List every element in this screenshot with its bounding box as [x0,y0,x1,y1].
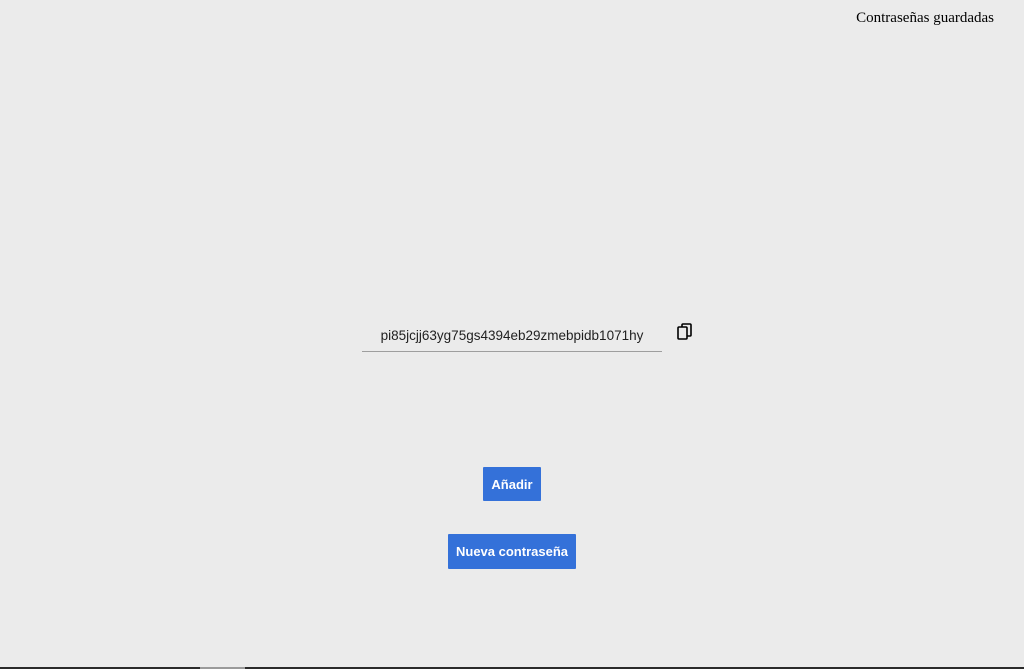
add-button[interactable]: Añadir [483,467,541,501]
new-password-button[interactable]: Nueva contraseña [448,534,576,569]
generated-password-field[interactable] [362,320,662,352]
copy-icon[interactable] [676,322,694,342]
saved-passwords-link[interactable]: Contraseñas guardadas [856,10,994,27]
password-row [362,320,702,352]
